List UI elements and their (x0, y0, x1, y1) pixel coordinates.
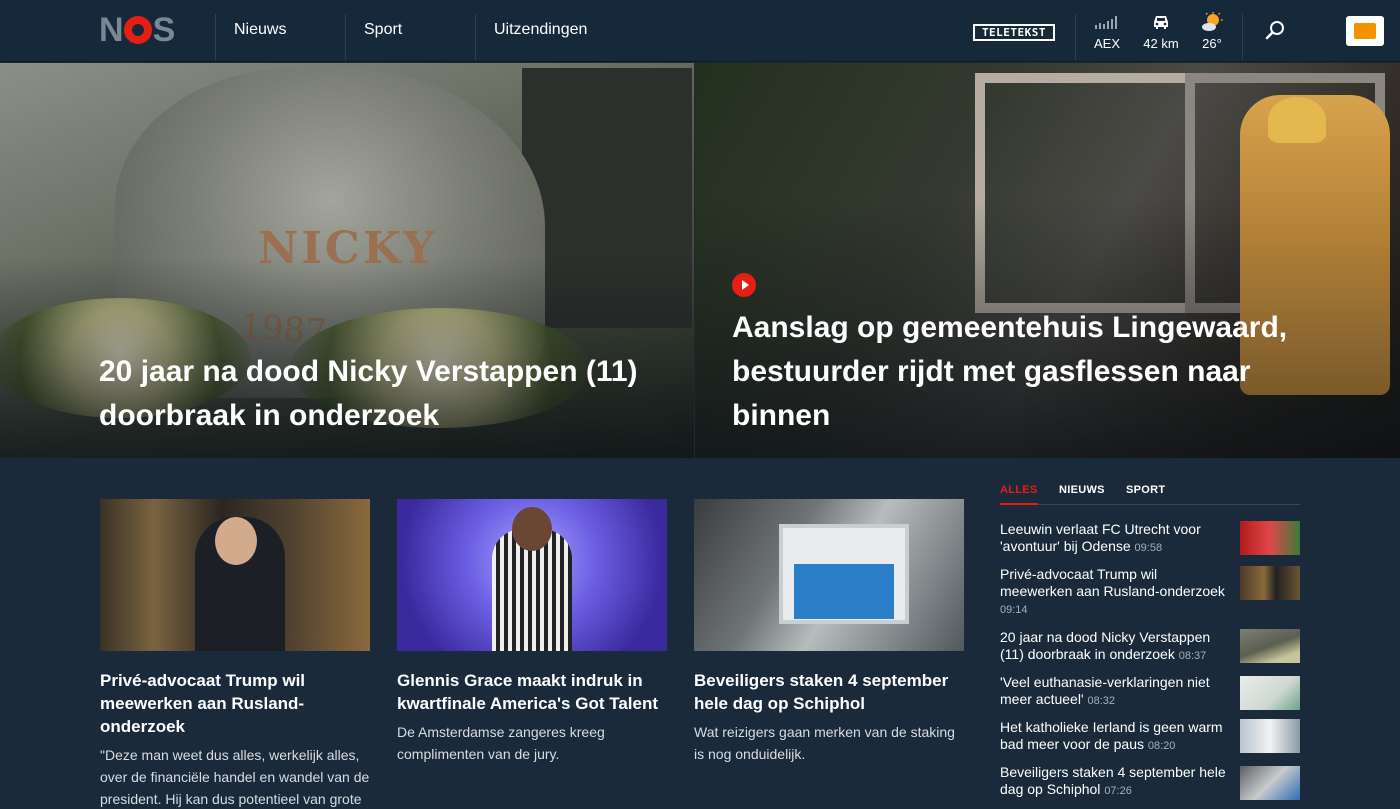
list-item[interactable]: Leeuwin verlaat FC Utrecht voor 'avontuu… (1000, 521, 1300, 557)
play-video-icon[interactable] (732, 273, 756, 297)
list-item-time: 09:14 (1000, 604, 1028, 616)
article-card[interactable]: Glennis Grace maakt indruk in kwartfinal… (397, 499, 667, 765)
article-lead: Wat reizigers gaan merken van de staking… (694, 724, 955, 762)
nav-divider (215, 14, 216, 60)
list-item-time: 08:37 (1178, 650, 1207, 662)
traffic-widget[interactable]: 42 km (1138, 12, 1184, 51)
logo-letter-n: N (99, 10, 124, 49)
list-item-headline: Het katholieke Ierland is geen warm bad … (1000, 719, 1223, 752)
nav-divider (345, 14, 346, 60)
list-item-thumbnail (1240, 521, 1300, 555)
logo-letter-o (123, 16, 152, 44)
list-item-time: 09:58 (1134, 542, 1163, 554)
list-item-thumbnail (1240, 766, 1300, 800)
list-item-text: 'Veel euthanasie-verklaringen niet meer … (1000, 674, 1232, 710)
list-item[interactable]: 20 jaar na dood Nicky Verstappen (11) do… (1000, 629, 1300, 665)
temperature-label: 26° (1202, 36, 1222, 51)
car-icon (1138, 12, 1184, 32)
hero-headline-left[interactable]: 20 jaar na dood Nicky Verstappen (11) do… (99, 350, 659, 438)
article-lead: "Deze man weet dus alles, werkelijk alle… (100, 747, 370, 807)
article-title[interactable]: Beveiligers staken 4 september hele dag … (694, 669, 964, 715)
person-face (215, 517, 257, 565)
article-card[interactable]: Privé-advocaat Trump wil meewerken aan R… (100, 499, 370, 809)
npo-start-button[interactable] (1346, 16, 1384, 46)
list-item-text: 20 jaar na dood Nicky Verstappen (11) do… (1000, 629, 1232, 665)
top-navigation-bar: NS Nieuws Sport Uitzendingen TELETEKST A… (0, 0, 1400, 62)
list-item-time: 07:26 (1104, 785, 1132, 797)
list-item[interactable]: Het katholieke Ierland is geen warm bad … (1000, 719, 1300, 755)
article-thumbnail (694, 499, 964, 651)
teletekst-button[interactable]: TELETEKST (973, 24, 1055, 41)
nav-divider (1242, 14, 1243, 60)
list-item-headline: Leeuwin verlaat FC Utrecht voor 'avontuu… (1000, 521, 1201, 554)
list-item-thumbnail (1240, 629, 1300, 663)
tab-alles[interactable]: ALLES (1000, 484, 1038, 505)
article-title[interactable]: Glennis Grace maakt indruk in kwartfinal… (397, 669, 667, 715)
tab-nieuws[interactable]: NIEUWS (1059, 484, 1105, 496)
list-item-thumbnail (1240, 719, 1300, 753)
nos-logo[interactable]: NS (99, 11, 175, 49)
list-item[interactable]: 'Veel euthanasie-verklaringen niet meer … (1000, 674, 1300, 710)
article-lead: De Amsterdamse zangeres kreeg compliment… (397, 724, 605, 762)
singer-face (512, 507, 552, 551)
list-item-time: 08:32 (1087, 695, 1116, 707)
nav-item-nieuws[interactable]: Nieuws (234, 21, 286, 39)
weather-sun-icon (1196, 12, 1228, 32)
scanner-tunnel (794, 564, 894, 619)
chart-icon (1088, 12, 1126, 32)
latest-news-tabs: ALLES NIEUWS SPORT (1000, 481, 1300, 505)
list-item-text: Privé-advocaat Trump wil meewerken aan R… (1000, 566, 1232, 619)
list-item-time: 08:20 (1147, 740, 1176, 752)
nav-item-sport[interactable]: Sport (364, 21, 402, 39)
article-title[interactable]: Privé-advocaat Trump wil meewerken aan R… (100, 669, 370, 738)
list-item[interactable]: Privé-advocaat Trump wil meewerken aan R… (1000, 566, 1300, 619)
list-item-text: Leeuwin verlaat FC Utrecht voor 'avontuu… (1000, 521, 1232, 557)
article-card[interactable]: Beveiligers staken 4 september hele dag … (694, 499, 964, 765)
list-item[interactable]: Beveiligers staken 4 september hele dag … (1000, 764, 1300, 800)
tab-sport[interactable]: SPORT (1126, 484, 1165, 496)
nav-divider (1075, 14, 1076, 60)
hero-headline-right[interactable]: Aanslag op gemeentehuis Lingewaard, best… (732, 306, 1292, 438)
aex-label: AEX (1093, 36, 1120, 51)
nav-divider (475, 14, 476, 60)
list-item-thumbnail (1240, 566, 1300, 600)
firefighter-helmet-image (1268, 97, 1326, 143)
list-item-text: Beveiligers staken 4 september hele dag … (1000, 764, 1232, 800)
nav-item-uitzendingen[interactable]: Uitzendingen (494, 21, 587, 39)
traffic-label: 42 km (1143, 36, 1179, 51)
weather-widget[interactable]: 26° (1196, 12, 1228, 51)
list-item-thumbnail (1240, 676, 1300, 710)
npo-start-icon (1354, 23, 1376, 39)
list-item-headline: Privé-advocaat Trump wil meewerken aan R… (1000, 566, 1225, 599)
search-icon[interactable] (1264, 20, 1286, 42)
article-thumbnail (397, 499, 667, 651)
list-item-text: Het katholieke Ierland is geen warm bad … (1000, 719, 1232, 755)
aex-widget[interactable]: AEX (1088, 12, 1126, 51)
logo-letter-s: S (152, 10, 176, 49)
article-thumbnail (100, 499, 370, 651)
